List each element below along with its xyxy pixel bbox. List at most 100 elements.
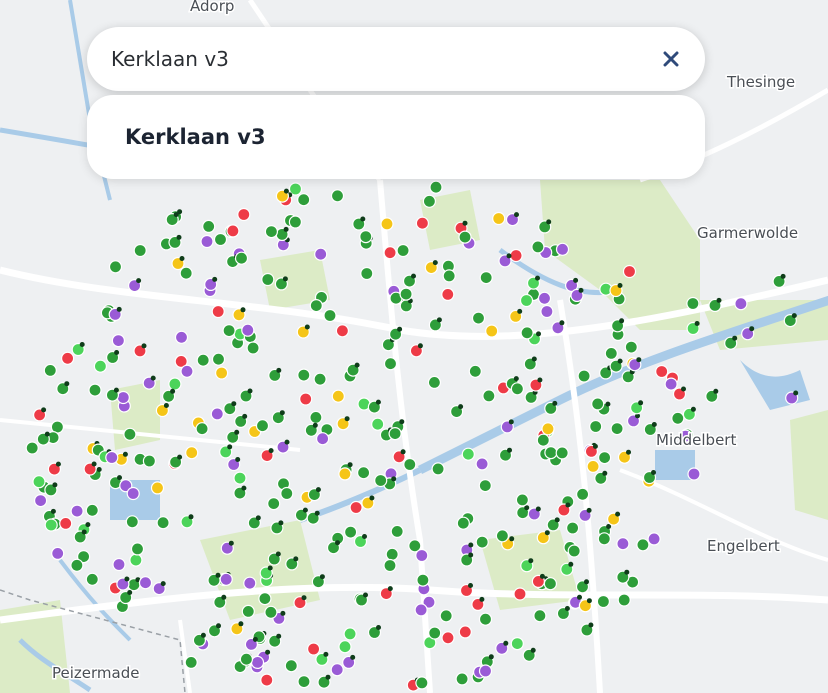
charging-marker[interactable] [422, 194, 436, 208]
charging-marker[interactable] [297, 674, 311, 689]
charging-marker[interactable] [597, 451, 612, 465]
charging-marker[interactable] [510, 636, 524, 651]
charging-marker[interactable] [536, 433, 550, 447]
charging-marker[interactable] [168, 377, 182, 391]
charging-marker[interactable] [234, 251, 249, 265]
charging-marker[interactable] [456, 516, 470, 530]
charging-marker[interactable] [126, 486, 140, 501]
charging-marker[interactable] [323, 308, 337, 323]
charging-marker[interactable] [577, 369, 591, 383]
charging-marker[interactable] [349, 500, 363, 515]
charging-marker[interactable] [513, 587, 527, 601]
charging-marker[interactable] [211, 304, 225, 319]
charging-marker[interactable] [478, 664, 493, 678]
charging-marker[interactable] [130, 542, 145, 556]
charging-marker[interactable] [33, 494, 48, 508]
charging-marker[interactable] [202, 219, 216, 233]
charging-marker[interactable] [200, 234, 214, 249]
charging-marker[interactable] [338, 640, 352, 654]
charging-marker[interactable] [338, 467, 352, 481]
charging-marker[interactable] [307, 642, 321, 656]
charging-marker[interactable] [330, 663, 344, 677]
charging-marker[interactable] [461, 447, 475, 461]
charging-marker[interactable] [116, 390, 130, 405]
charging-marker[interactable] [138, 576, 153, 590]
charging-marker[interactable] [589, 419, 603, 434]
charging-marker[interactable] [509, 248, 523, 263]
charging-marker[interactable] [299, 392, 313, 406]
charging-marker[interactable] [59, 516, 73, 531]
charging-marker[interactable] [567, 544, 581, 558]
charging-marker[interactable] [196, 353, 210, 367]
suggestion-item[interactable]: Kerklaan v3 [125, 125, 266, 149]
charging-marker[interactable] [243, 576, 257, 590]
charging-marker[interactable] [396, 243, 410, 258]
charging-marker[interactable] [226, 224, 240, 238]
charging-marker[interactable] [380, 217, 394, 231]
charging-marker[interactable] [241, 604, 255, 619]
charging-marker[interactable] [360, 266, 374, 281]
charging-marker[interactable] [687, 467, 701, 481]
charging-marker[interactable] [415, 676, 429, 690]
charging-marker[interactable] [237, 207, 251, 222]
charging-marker[interactable] [123, 427, 137, 441]
charging-marker[interactable] [108, 260, 123, 274]
charging-marker[interactable] [383, 246, 397, 260]
charging-marker[interactable] [335, 324, 349, 338]
charging-marker[interactable] [416, 573, 430, 587]
charging-marker[interactable] [383, 558, 397, 573]
charging-marker[interactable] [331, 389, 345, 403]
charging-marker[interactable] [233, 471, 247, 485]
charging-marker[interactable] [180, 364, 194, 378]
charging-marker[interactable] [647, 532, 661, 546]
charging-marker[interactable] [222, 324, 236, 338]
clear-search-button[interactable] [657, 45, 685, 73]
charging-marker[interactable] [428, 626, 442, 640]
charging-marker[interactable] [344, 525, 358, 539]
charging-marker[interactable] [105, 450, 119, 465]
charging-marker[interactable] [429, 180, 443, 194]
charging-marker[interactable] [622, 264, 637, 279]
charging-marker[interactable] [284, 659, 298, 673]
charging-marker[interactable] [586, 459, 600, 473]
charging-marker[interactable] [479, 271, 493, 285]
charging-marker[interactable] [388, 427, 402, 441]
charging-marker[interactable] [184, 655, 198, 670]
charging-marker[interactable] [565, 521, 580, 535]
charging-marker[interactable] [427, 375, 441, 389]
charging-marker[interactable] [43, 363, 57, 377]
charging-marker[interactable] [70, 558, 84, 572]
charging-marker[interactable] [330, 189, 345, 203]
charging-marker[interactable] [241, 323, 255, 337]
charging-marker[interactable] [475, 457, 489, 471]
charging-marker[interactable] [439, 609, 453, 623]
charging-marker[interactable] [70, 504, 84, 518]
charging-marker[interactable] [414, 603, 428, 617]
charging-marker[interactable] [475, 535, 489, 549]
charging-marker[interactable] [515, 493, 530, 507]
charging-marker[interactable] [125, 515, 139, 529]
charging-marker[interactable] [441, 631, 455, 645]
charging-marker[interactable] [415, 548, 429, 563]
charging-marker[interactable] [142, 454, 156, 468]
charging-marker[interactable] [44, 518, 58, 532]
charging-marker[interactable] [543, 577, 558, 591]
charging-marker[interactable] [492, 211, 506, 226]
charging-marker[interactable] [617, 593, 631, 607]
charging-marker[interactable] [734, 297, 748, 311]
charging-marker[interactable] [664, 377, 678, 391]
charging-marker[interactable] [60, 351, 75, 365]
charging-marker[interactable] [468, 364, 482, 378]
charging-marker[interactable] [343, 627, 357, 641]
charging-marker[interactable] [441, 287, 455, 301]
charging-marker[interactable] [219, 572, 233, 586]
charging-marker[interactable] [309, 410, 323, 424]
charging-marker[interactable] [213, 232, 228, 247]
charging-marker[interactable] [519, 293, 534, 308]
charging-marker[interactable] [383, 357, 398, 371]
charging-marker[interactable] [442, 269, 456, 283]
charging-marker[interactable] [288, 215, 302, 229]
search-input[interactable] [109, 46, 657, 72]
charging-marker[interactable] [150, 481, 165, 495]
charging-marker[interactable] [636, 538, 650, 552]
